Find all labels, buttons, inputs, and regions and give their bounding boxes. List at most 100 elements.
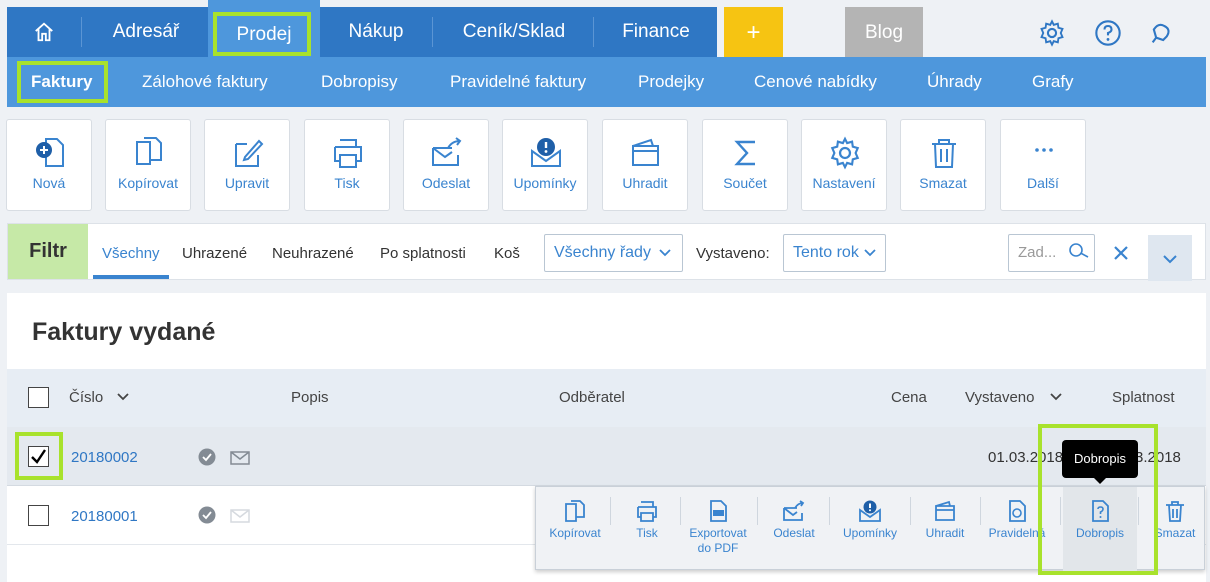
trash-icon bbox=[932, 139, 956, 168]
column-cena: Cena bbox=[891, 389, 927, 406]
filter-tab-kos[interactable]: Koš bbox=[494, 224, 520, 279]
help-icon[interactable] bbox=[1094, 19, 1122, 47]
subnav-zalohove-faktury[interactable]: Zálohové faktury bbox=[142, 57, 268, 107]
issued-select-value: Tento rok bbox=[793, 244, 859, 261]
table-row[interactable]: 20180002 01.03.2018 3.2018 bbox=[7, 427, 1206, 486]
subnav-grafy[interactable]: Grafy bbox=[1032, 57, 1074, 107]
filter-tab-po-splatnosti[interactable]: Po splatnosti bbox=[380, 224, 466, 279]
tool-label: Nastavení bbox=[812, 175, 876, 191]
tool-odeslat[interactable]: Odeslat bbox=[403, 119, 489, 211]
row-action-label: Tisk bbox=[636, 526, 658, 540]
page-title: Faktury vydané bbox=[32, 318, 216, 346]
issued-select[interactable]: Tento rok bbox=[783, 234, 886, 272]
filter-tab-vsechny[interactable]: Všechny bbox=[102, 224, 160, 279]
plus-button[interactable]: + bbox=[724, 7, 783, 57]
copy-icon bbox=[565, 500, 585, 522]
print-icon bbox=[334, 139, 362, 168]
tool-upominky[interactable]: Upomínky bbox=[502, 119, 588, 211]
nav-nakup[interactable]: Nákup bbox=[320, 7, 432, 57]
tool-tisk[interactable]: Tisk bbox=[304, 119, 390, 211]
row-checkbox[interactable] bbox=[28, 505, 49, 526]
sub-nav: Faktury Zálohové faktury Dobropisy Pravi… bbox=[7, 57, 1206, 107]
blog-button[interactable]: Blog bbox=[845, 7, 923, 57]
gear-icon[interactable] bbox=[1038, 19, 1066, 47]
chevron-down-icon bbox=[864, 249, 876, 257]
tool-label: Kopírovat bbox=[118, 175, 178, 191]
tool-uhradit[interactable]: Uhradit bbox=[602, 119, 688, 211]
mail-icon bbox=[230, 451, 250, 465]
row-action-kopirovat[interactable]: Kopírovat bbox=[544, 487, 606, 571]
table-header: Číslo Popis Odběratel Cena Vystaveno Spl… bbox=[7, 369, 1206, 427]
edit-icon bbox=[235, 139, 264, 167]
filter-expand-button[interactable] bbox=[1148, 235, 1192, 281]
issued-label: Vystaveno: bbox=[696, 245, 770, 262]
nav-cenik-sklad[interactable]: Ceník/Sklad bbox=[435, 7, 593, 57]
home-icon bbox=[35, 22, 53, 42]
tool-nastaveni[interactable]: Nastavení bbox=[801, 119, 887, 211]
chevron-down-icon[interactable] bbox=[117, 393, 129, 402]
subnav-dobropisy[interactable]: Dobropisy bbox=[321, 57, 398, 107]
nav-adresar[interactable]: Adresář bbox=[85, 7, 207, 57]
row-action-label: Kopírovat bbox=[549, 526, 601, 540]
series-select[interactable]: Všechny řady bbox=[544, 234, 683, 272]
search-icon[interactable] bbox=[1068, 242, 1090, 260]
active-tab-underline bbox=[93, 275, 169, 279]
row-action-uhradit[interactable]: Uhradit bbox=[916, 487, 974, 571]
select-all-checkbox[interactable] bbox=[28, 387, 49, 408]
clear-filter-icon[interactable] bbox=[1113, 245, 1129, 261]
column-cislo[interactable]: Číslo bbox=[69, 369, 103, 427]
chevron-down-icon[interactable] bbox=[1050, 393, 1062, 402]
copy-icon bbox=[136, 137, 162, 165]
subnav-prodejky[interactable]: Prodejky bbox=[638, 57, 704, 107]
invoice-number[interactable]: 20180001 bbox=[71, 508, 138, 525]
tool-soucet[interactable]: Součet bbox=[702, 119, 788, 211]
subnav-cenove-nabidky[interactable]: Cenové nabídky bbox=[754, 57, 877, 107]
tool-upravit[interactable]: Upravit bbox=[204, 119, 290, 211]
row-action-export-pdf[interactable]: Exportovat do PDF bbox=[684, 487, 752, 571]
reminder-icon bbox=[531, 138, 561, 167]
highlight-faktury bbox=[17, 61, 108, 103]
filter-tab-neuhrazene[interactable]: Neuhrazené bbox=[272, 224, 354, 279]
row-action-odeslat[interactable]: Odeslat bbox=[763, 487, 825, 571]
home-button[interactable] bbox=[7, 7, 81, 57]
pdf-icon bbox=[710, 500, 727, 522]
row-action-upominky[interactable]: Upomínky bbox=[836, 487, 904, 571]
tool-dalsi[interactable]: Další bbox=[1000, 119, 1086, 211]
tool-label: Upomínky bbox=[513, 175, 577, 191]
send-icon bbox=[783, 500, 805, 521]
highlight-prodej bbox=[213, 12, 311, 56]
more-icon bbox=[1035, 148, 1053, 152]
filter-label: Filtr bbox=[8, 224, 88, 279]
tool-label: Upravit bbox=[224, 175, 270, 191]
subnav-pravidelne-faktury[interactable]: Pravidelné faktury bbox=[450, 57, 586, 107]
main-nav: Adresář Prodej Nákup Ceník/Sklad Finance bbox=[7, 0, 717, 57]
filter-tab-uhrazene[interactable]: Uhrazené bbox=[182, 224, 247, 279]
chevron-down-icon bbox=[1163, 255, 1177, 264]
series-select-value: Všechny řady bbox=[554, 244, 651, 261]
tool-nova[interactable]: Nová bbox=[6, 119, 92, 211]
lightbulb-icon[interactable] bbox=[1148, 19, 1176, 47]
highlight-row-checkbox bbox=[15, 432, 63, 480]
recurring-icon bbox=[1009, 500, 1026, 522]
tool-kopirovat[interactable]: Kopírovat bbox=[105, 119, 191, 211]
tool-smazat[interactable]: Smazat bbox=[900, 119, 986, 211]
print-icon bbox=[637, 501, 657, 522]
subnav-uhrady[interactable]: Úhrady bbox=[927, 57, 982, 107]
reminder-icon bbox=[859, 500, 881, 522]
nav-finance[interactable]: Finance bbox=[597, 7, 715, 57]
sum-icon bbox=[734, 140, 755, 166]
column-vystaveno[interactable]: Vystaveno bbox=[965, 369, 1035, 427]
trash-icon bbox=[1166, 501, 1184, 522]
row-action-tisk[interactable]: Tisk bbox=[616, 487, 678, 571]
invoice-number[interactable]: 20180002 bbox=[71, 449, 138, 466]
column-popis: Popis bbox=[291, 389, 329, 406]
row-action-label: Uhradit bbox=[925, 526, 965, 540]
tool-label: Další bbox=[1027, 175, 1059, 191]
status-check-icon bbox=[198, 506, 216, 524]
settings-icon bbox=[830, 136, 860, 170]
tool-label: Tisk bbox=[334, 175, 360, 191]
send-icon bbox=[432, 137, 462, 166]
highlight-dobropis bbox=[1038, 424, 1158, 575]
tool-label: Odeslat bbox=[421, 175, 471, 191]
row-action-label: Exportovat do PDF bbox=[689, 526, 747, 555]
